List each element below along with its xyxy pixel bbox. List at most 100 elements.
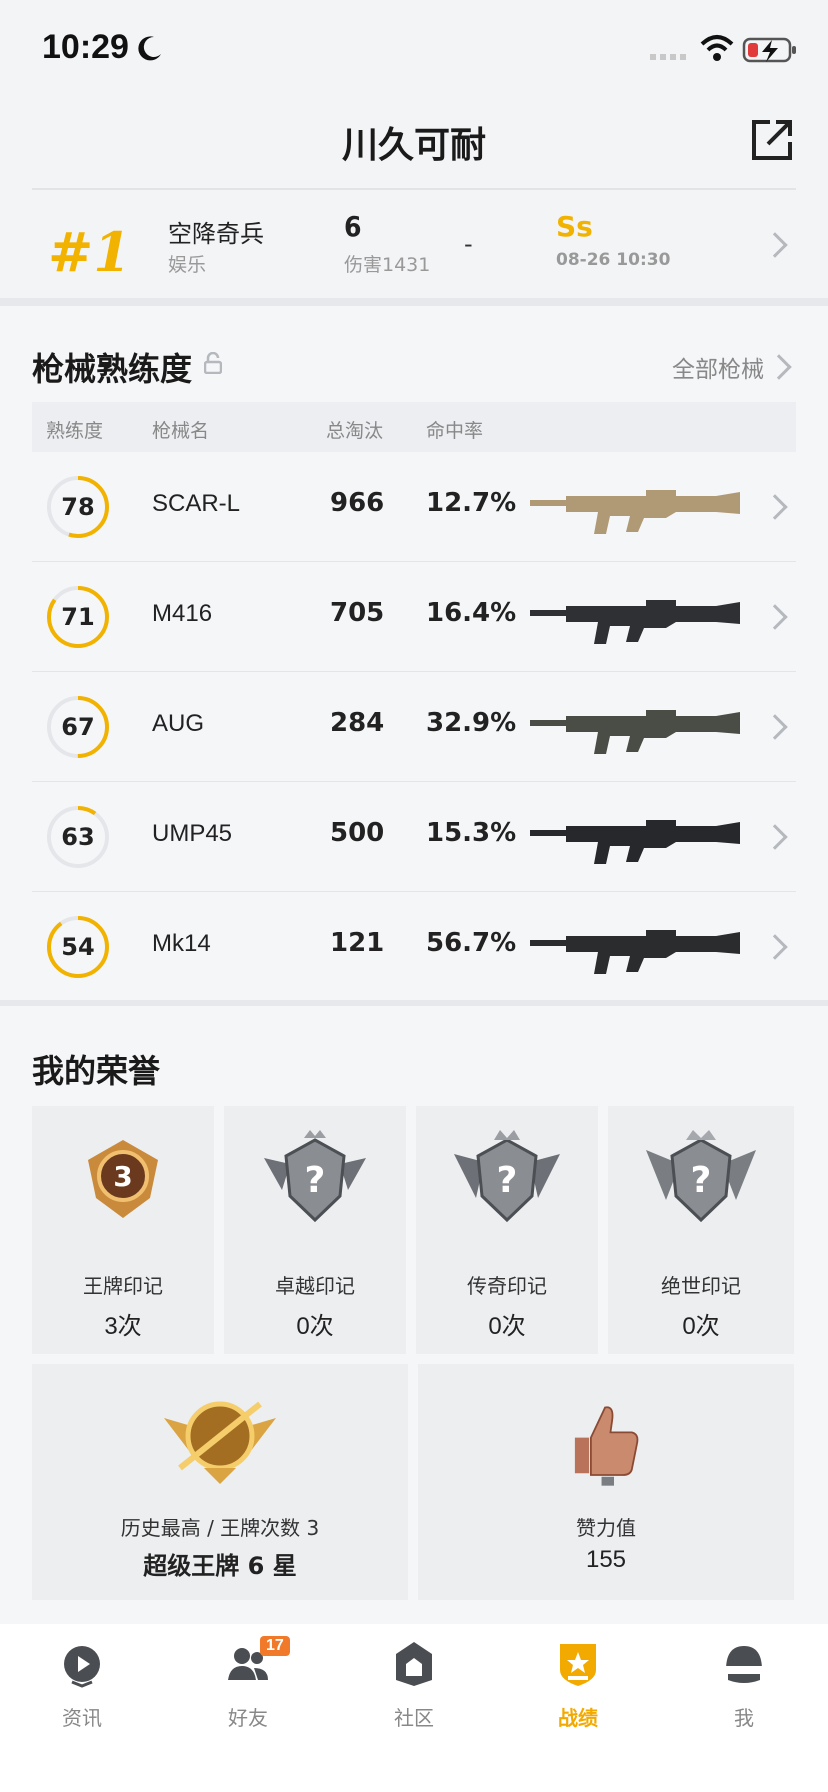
match-damage: 伤害1431	[344, 254, 431, 276]
weapon-row[interactable]: 63 UMP45 500 15.3%	[32, 782, 796, 892]
weapon-image-icon	[530, 490, 740, 534]
honor-label: 传奇印记	[467, 1274, 547, 1298]
svg-text:?: ?	[305, 1160, 326, 1201]
weapon-accuracy: 15.3%	[426, 818, 517, 848]
nav-label: 好友	[228, 1706, 268, 1730]
latest-match-row[interactable]: #1 空降奇兵 娱乐 6 伤害1431 - Ss 08-26 10:30	[0, 190, 828, 298]
weapon-kills: 705	[330, 598, 385, 628]
mastery-value: 78	[61, 493, 95, 521]
weapon-accuracy: 12.7%	[426, 488, 517, 518]
honor-card-excellent[interactable]: ? 卓越印记 0次	[224, 1106, 406, 1354]
bottom-nav: 资讯 17 好友 社区 战绩 我	[0, 1624, 828, 1792]
community-icon	[396, 1642, 432, 1686]
news-icon	[64, 1646, 100, 1688]
excellent-mark-emblem-icon: ?	[264, 1130, 366, 1223]
thumbs-up-icon	[574, 1406, 639, 1486]
status-time: 10:29	[42, 28, 129, 66]
honor-card-highest-rank[interactable]: 历史最高 / 王牌次数 3 超级王牌 6 星	[32, 1364, 408, 1600]
page-title: 川久可耐	[341, 125, 486, 166]
nav-tab-me[interactable]: 我	[684, 1640, 804, 1750]
chevron-right-icon	[762, 494, 788, 520]
friends-badge: 17	[260, 1636, 290, 1656]
mastery-value: 67	[61, 713, 95, 741]
honor-card-ace[interactable]: 3 王牌印记 3次	[32, 1106, 214, 1354]
match-kills: 6	[344, 210, 362, 243]
nav-label: 资讯	[62, 1706, 102, 1730]
weapon-name: SCAR-L	[152, 490, 241, 517]
weapon-name: M416	[152, 600, 213, 627]
header: 川久可耐	[0, 96, 828, 188]
weapon-name: AUG	[152, 710, 205, 737]
all-weapons-link[interactable]: 全部枪械	[672, 350, 764, 384]
chevron-right-icon[interactable]	[766, 354, 792, 380]
honor-count: 0次	[488, 1313, 526, 1340]
match-mode: 空降奇兵	[168, 220, 264, 248]
chevron-right-icon	[762, 604, 788, 630]
honor-card-likes[interactable]: 赞力值 155	[418, 1364, 794, 1600]
honor-count: 3次	[104, 1313, 142, 1340]
highest-rank-label: 历史最高 / 王牌次数 3	[120, 1516, 320, 1540]
record-icon	[560, 1644, 596, 1686]
match-time: 08-26 10:30	[556, 250, 671, 270]
chevron-right-icon	[762, 934, 788, 960]
honor-label: 王牌印记	[83, 1274, 163, 1298]
nav-tab-friends[interactable]: 17 好友	[188, 1636, 308, 1750]
peerless-mark-emblem-icon: ?	[646, 1130, 756, 1223]
match-dash: -	[464, 230, 473, 258]
weapon-accuracy: 16.4%	[426, 598, 517, 628]
svg-text:?: ?	[691, 1160, 712, 1201]
mastery-value: 63	[61, 823, 95, 851]
header-weapon-name: 枪械名	[152, 420, 210, 442]
weapon-row[interactable]: 71 M416 705 16.4%	[32, 562, 796, 672]
weapon-image-icon	[530, 820, 740, 864]
honor-label: 卓越印记	[275, 1274, 355, 1298]
weapon-image-icon	[530, 710, 740, 754]
battery-charging-icon	[742, 37, 796, 63]
header-kills: 总淘汰	[326, 420, 384, 442]
honor-count: 0次	[682, 1313, 720, 1340]
weapon-mastery-section: 枪械熟练度 全部枪械 熟练度 枪械名 总淘汰 命中率 78 SCAR-L 966 12…	[0, 306, 828, 1000]
chevron-right-icon	[762, 824, 788, 850]
weapon-kills: 284	[330, 708, 385, 738]
honors-section: 我的荣誉 3 王牌印记 3次 ? 卓越印记 0次 ? 传奇印记 0次 ? 绝世印…	[0, 1006, 828, 1624]
svg-text:3: 3	[113, 1160, 132, 1193]
lock-icon	[204, 352, 222, 374]
chevron-right-icon	[762, 714, 788, 740]
section-divider	[0, 298, 828, 306]
weapon-row[interactable]: 67 AUG 284 32.9%	[32, 672, 796, 782]
weapon-table-header: 熟练度 枪械名 总淘汰 命中率	[32, 402, 796, 452]
mastery-value: 54	[61, 933, 95, 961]
signal-icon	[650, 54, 686, 60]
share-icon[interactable]	[748, 116, 796, 164]
honor-card-legend[interactable]: ? 传奇印记 0次	[416, 1106, 598, 1354]
nav-tab-community[interactable]: 社区	[354, 1640, 474, 1750]
honors-title: 我的荣誉	[32, 1052, 161, 1090]
weapon-row[interactable]: 78 SCAR-L 966 12.7%	[32, 452, 796, 562]
header-accuracy: 命中率	[426, 420, 484, 442]
likes-label: 赞力值	[576, 1516, 636, 1540]
weapon-mastery-title: 枪械熟练度	[32, 350, 193, 388]
super-ace-rank-emblem-icon	[164, 1401, 276, 1484]
wifi-icon	[700, 35, 734, 61]
weapon-name: Mk14	[152, 930, 211, 957]
nav-tab-record[interactable]: 战绩	[518, 1640, 638, 1750]
status-bar: 10:29	[0, 0, 828, 96]
svg-text:?: ?	[497, 1160, 518, 1201]
weapon-kills: 966	[330, 488, 385, 518]
header-mastery: 熟练度	[46, 420, 104, 442]
nav-label: 我	[734, 1706, 754, 1730]
weapon-image-icon	[530, 600, 740, 644]
weapon-image-icon	[530, 930, 740, 974]
chevron-right-icon	[762, 232, 788, 258]
weapon-kills: 121	[330, 928, 385, 958]
nav-label: 社区	[394, 1706, 434, 1730]
weapon-accuracy: 56.7%	[426, 928, 517, 958]
weapon-row[interactable]: 54 Mk14 121 56.7%	[32, 892, 796, 1002]
honor-card-peerless[interactable]: ? 绝世印记 0次	[608, 1106, 794, 1354]
rank-badge: #1	[48, 220, 131, 284]
likes-value: 155	[585, 1546, 627, 1573]
nav-tab-news[interactable]: 资讯	[22, 1640, 142, 1750]
mastery-value: 71	[61, 603, 95, 631]
weapon-kills: 500	[330, 818, 385, 848]
honor-label: 绝世印记	[661, 1274, 741, 1298]
